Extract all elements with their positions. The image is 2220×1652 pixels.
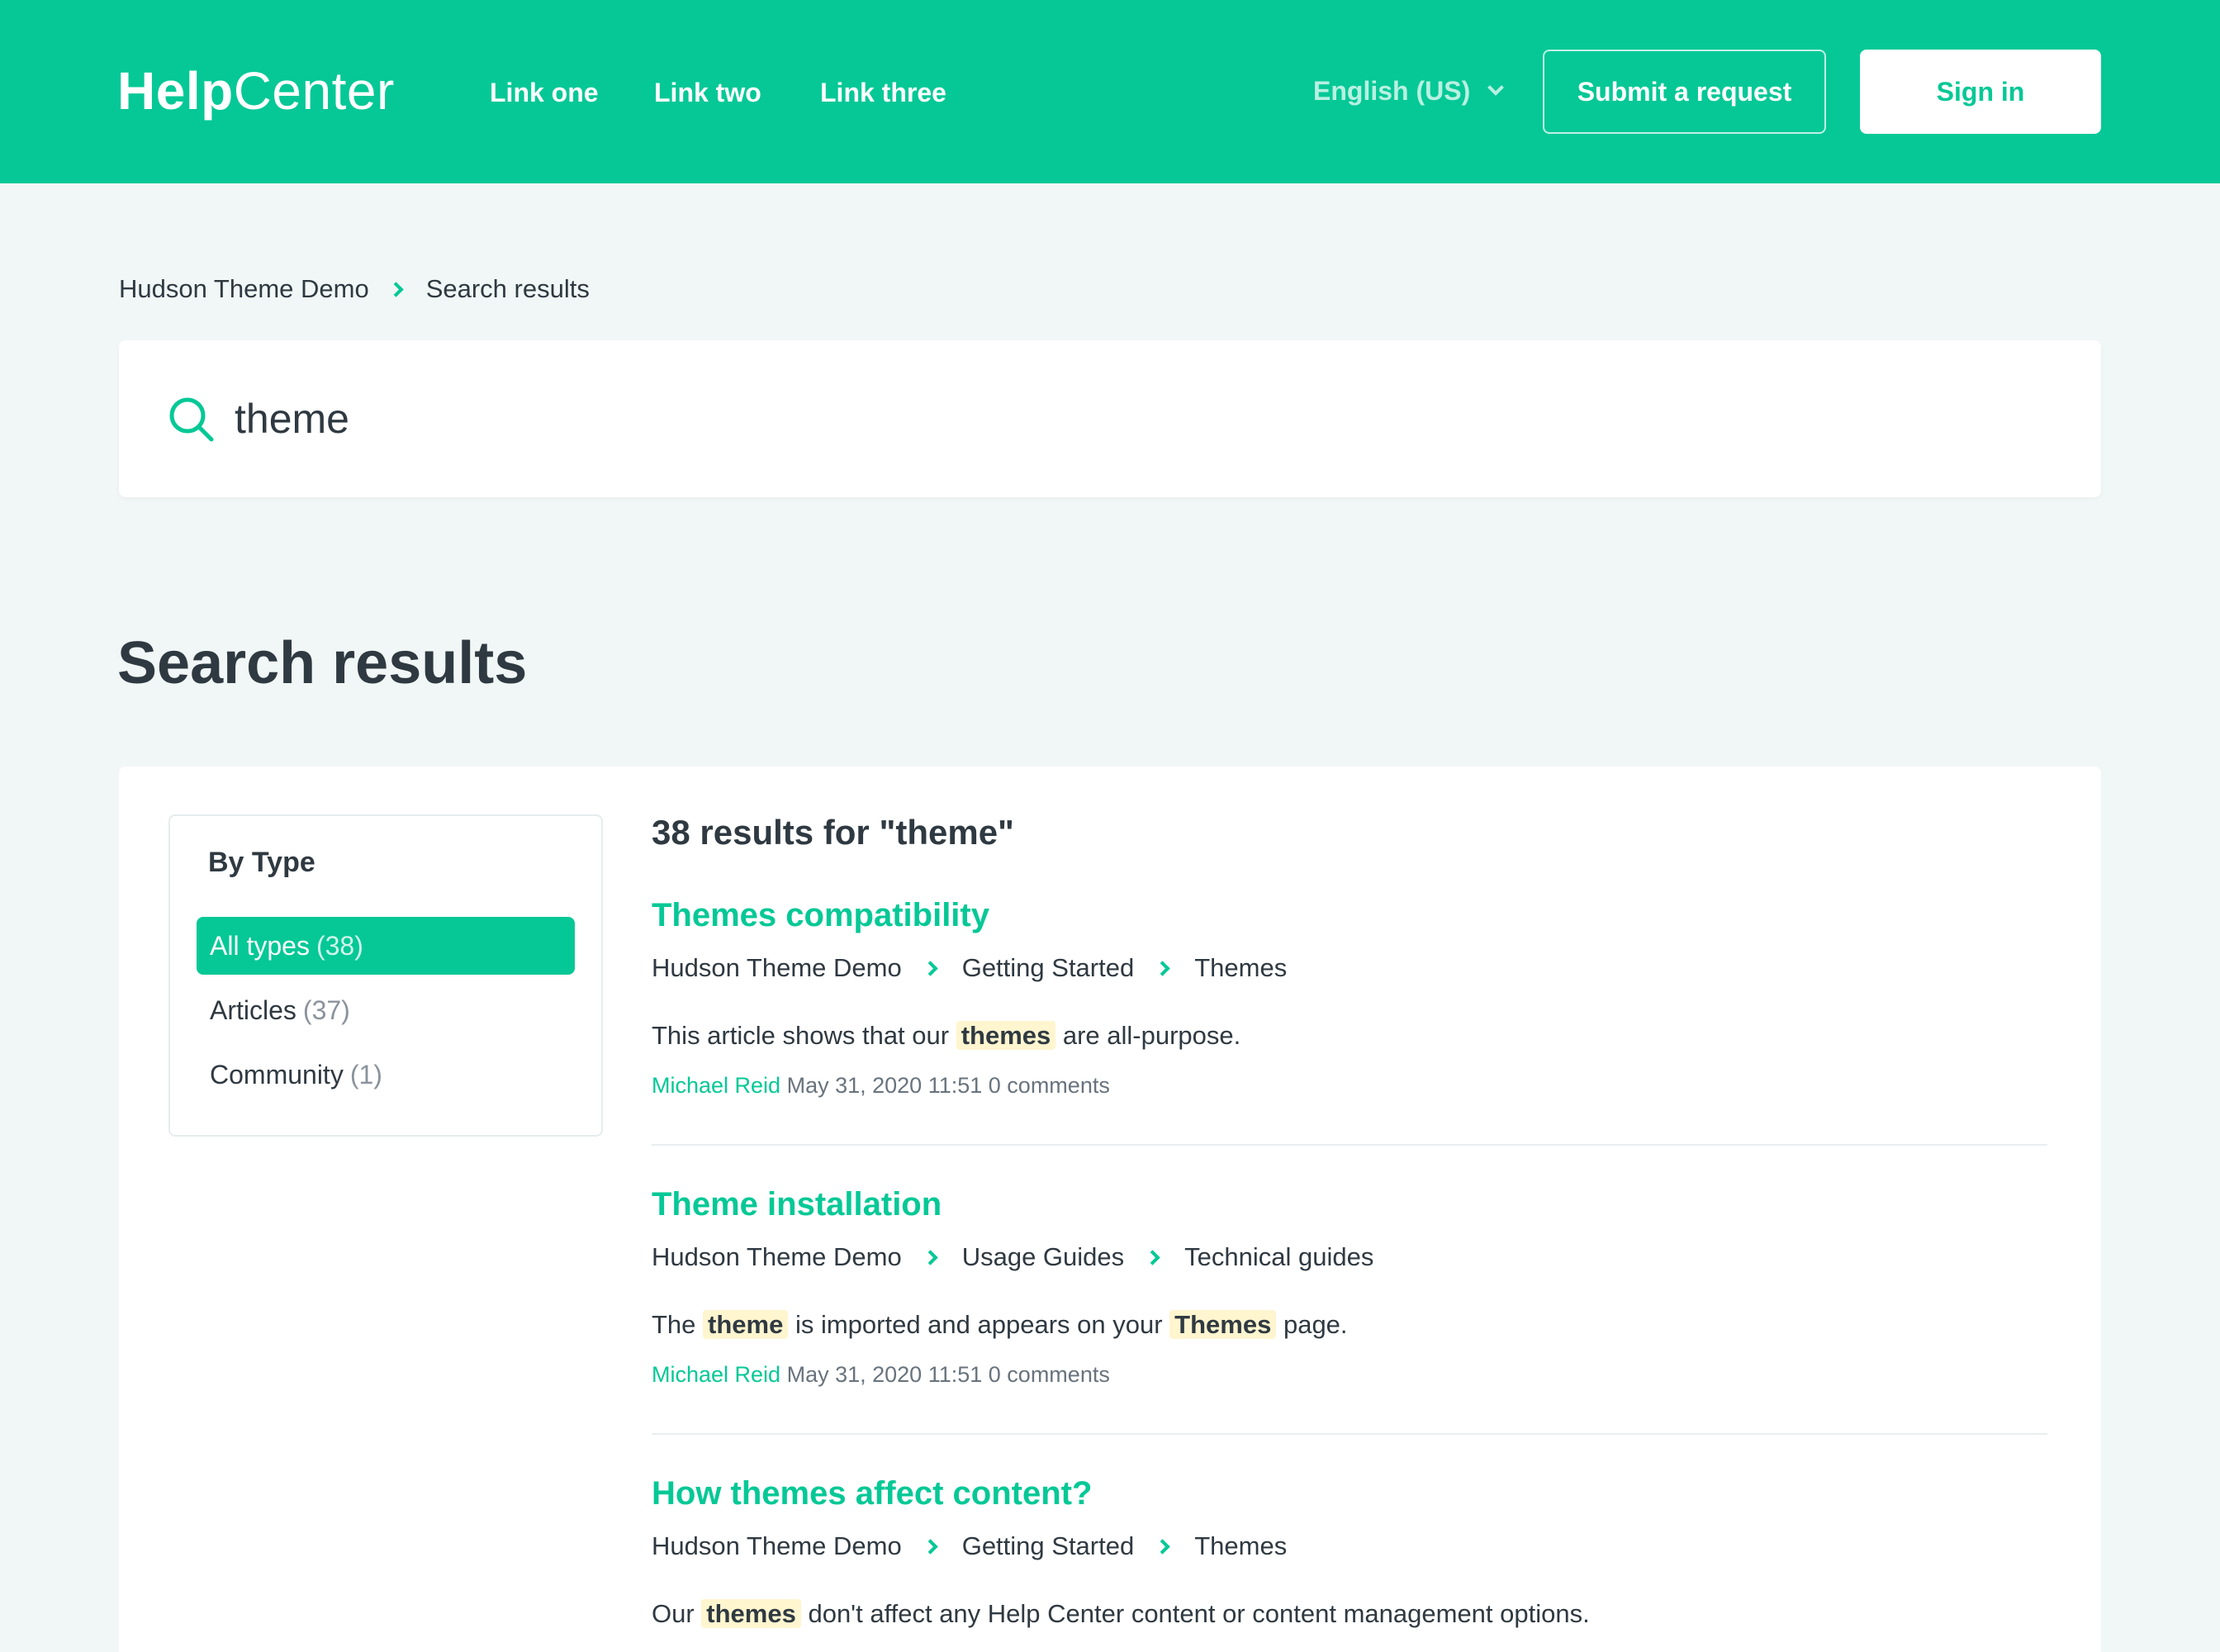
filter-item-count: (37) — [302, 995, 350, 1025]
result-crumb-link[interactable]: Getting Started — [962, 1530, 1135, 1563]
result-snippet: The theme is imported and appears on you… — [652, 1308, 2047, 1341]
chevron-right-icon — [923, 960, 938, 976]
chevron-right-icon — [1145, 1249, 1160, 1265]
search-result-item: Theme installation Hudson Theme Demo Usa… — [652, 1183, 2047, 1389]
result-title-link[interactable]: Themes compatibility — [652, 894, 989, 937]
breadcrumb-home-link[interactable]: Hudson Theme Demo — [119, 273, 369, 306]
filter-item-label: All types — [210, 930, 310, 961]
chevron-right-icon — [388, 281, 404, 297]
results-count-heading: 38 results for "theme" — [652, 813, 1014, 852]
filter-title: By Type — [208, 847, 315, 878]
snippet-text: page. — [1276, 1310, 1348, 1339]
filter-item-count: (1) — [349, 1059, 382, 1089]
snippet-highlight: themes — [701, 1599, 801, 1628]
language-selector[interactable]: English (US) — [1313, 74, 1505, 107]
chevron-right-icon — [1155, 1538, 1170, 1555]
result-crumb-link[interactable]: Technical guides — [1184, 1241, 1373, 1274]
language-label: English (US) — [1313, 76, 1471, 106]
breadcrumb-current: Search results — [425, 274, 590, 303]
result-meta: Michael Reid May 31, 2020 11:51 0 commen… — [652, 1360, 2047, 1389]
result-crumb-link[interactable]: Hudson Theme Demo — [652, 1530, 902, 1563]
sign-in-button[interactable]: Sign in — [1860, 50, 2101, 134]
snippet-text: is imported and appears on your — [788, 1310, 1170, 1339]
result-breadcrumb: Hudson Theme Demo Getting Started Themes — [652, 1530, 2047, 1563]
chevron-right-icon — [923, 1538, 938, 1555]
snippet-text: don't affect any Help Center content or … — [800, 1599, 1590, 1628]
chevron-right-icon — [1155, 960, 1170, 976]
result-divider — [652, 1433, 2047, 1435]
result-crumb-link[interactable]: Themes — [1194, 1530, 1287, 1563]
result-date: May 31, 2020 11:51 — [786, 1362, 983, 1387]
result-crumb-link[interactable]: Getting Started — [962, 952, 1135, 985]
result-crumb-link[interactable]: Hudson Theme Demo — [652, 1241, 902, 1274]
result-comments: 0 comments — [988, 1073, 1110, 1098]
result-breadcrumb: Hudson Theme Demo Usage Guides Technical… — [652, 1241, 2047, 1274]
site-header: HelpCenter Link one Link two Link three … — [0, 0, 2220, 183]
search-input[interactable] — [235, 382, 2052, 456]
snippet-text: The — [652, 1310, 704, 1339]
filter-item-community[interactable]: Community (1) — [197, 1046, 575, 1104]
nav-link-one[interactable]: Link one — [490, 76, 599, 109]
result-divider — [652, 1144, 2047, 1146]
search-result-item: Themes compatibility Hudson Theme Demo G… — [652, 894, 2047, 1100]
chevron-right-icon — [923, 1249, 938, 1265]
snippet-text: This article shows that our — [652, 1021, 956, 1050]
result-title-link[interactable]: How themes affect content? — [652, 1472, 1092, 1515]
snippet-highlight: themes — [956, 1021, 1056, 1050]
breadcrumb: Hudson Theme Demo Search results — [119, 273, 590, 306]
filter-item-label: Articles — [210, 995, 296, 1025]
filter-item-count: (38) — [315, 930, 363, 961]
result-comments: 0 comments — [988, 1362, 1110, 1387]
result-date: May 31, 2020 11:51 — [786, 1073, 983, 1098]
snippet-highlight: Themes — [1169, 1310, 1277, 1339]
filter-item-label: Community — [210, 1059, 344, 1089]
result-author-link[interactable]: Michael Reid — [652, 1362, 780, 1387]
result-meta: Michael Reid May 31, 2020 11:51 0 commen… — [652, 1070, 2047, 1100]
result-breadcrumb: Hudson Theme Demo Getting Started Themes — [652, 952, 2047, 985]
logo-light-text: Center — [233, 61, 395, 121]
result-snippet: Our themes don't affect any Help Center … — [652, 1597, 2047, 1631]
snippet-text: Our — [652, 1599, 702, 1628]
snippet-highlight: theme — [703, 1310, 789, 1339]
result-snippet: This article shows that our themes are a… — [652, 1019, 2047, 1052]
search-icon — [169, 397, 214, 442]
result-crumb-link[interactable]: Usage Guides — [962, 1241, 1124, 1274]
nav-link-three[interactable]: Link three — [820, 76, 946, 109]
result-author-link[interactable]: Michael Reid — [652, 1073, 780, 1098]
page-title: Search results — [117, 630, 528, 696]
result-crumb-link[interactable]: Themes — [1194, 952, 1287, 985]
filter-item-articles[interactable]: Articles (37) — [197, 981, 575, 1039]
result-crumb-link[interactable]: Hudson Theme Demo — [652, 952, 902, 985]
search-box — [119, 340, 2101, 497]
filter-item-all-types[interactable]: All types (38) — [197, 917, 575, 975]
nav-link-two[interactable]: Link two — [654, 76, 761, 109]
type-filter-panel: By Type All types (38) Articles (37) Com… — [168, 814, 603, 1137]
chevron-down-icon — [1487, 79, 1505, 96]
search-result-item: How themes affect content? Hudson Theme … — [652, 1472, 2047, 1631]
search-results-card: By Type All types (38) Articles (37) Com… — [119, 767, 2101, 1652]
logo-bold-text: Help — [117, 61, 234, 121]
snippet-text: are all-purpose. — [1055, 1021, 1241, 1050]
helpcenter-logo[interactable]: HelpCenter — [117, 58, 395, 124]
result-title-link[interactable]: Theme installation — [652, 1183, 942, 1226]
submit-request-button[interactable]: Submit a request — [1543, 50, 1826, 134]
